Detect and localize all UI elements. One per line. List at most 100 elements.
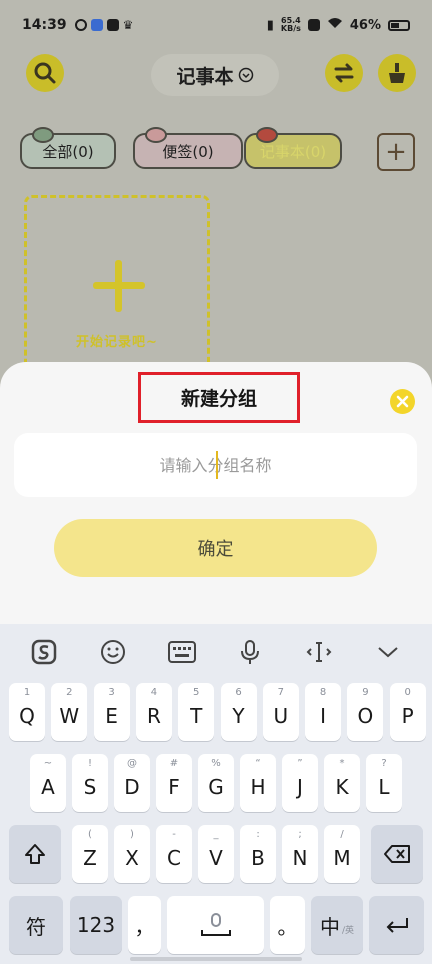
- backspace-key[interactable]: [371, 825, 423, 883]
- key-label: F: [168, 775, 180, 799]
- letter-key-n[interactable]: ; N: [282, 825, 318, 883]
- letter-key-r[interactable]: 4R: [135, 683, 172, 741]
- category-tab-memo[interactable]: 便签(0): [133, 127, 243, 169]
- cursor-move-button[interactable]: [305, 638, 333, 666]
- key-hint: “: [255, 758, 261, 769]
- letter-key-w[interactable]: 2W: [51, 683, 88, 741]
- tiktok-icon: [106, 19, 119, 31]
- key-sublabel: /英: [341, 925, 355, 936]
- key-hint: %: [211, 758, 221, 769]
- key-hint: @: [127, 758, 137, 769]
- ime-logo-button[interactable]: [30, 638, 58, 666]
- key-label: 。: [277, 914, 298, 939]
- key-hint: 9: [362, 687, 369, 698]
- emoji-button[interactable]: [99, 638, 127, 666]
- key-hint: _: [213, 829, 219, 840]
- letter-key-x[interactable]: ) X: [114, 825, 150, 883]
- wifi-icon: [327, 17, 343, 33]
- key-hint: -: [172, 829, 176, 840]
- status-bar: 14:39 ♛ ▮ 65.4 KB/s 46%: [0, 0, 432, 50]
- key-hint: 2: [66, 687, 73, 698]
- microphone-icon: [241, 639, 260, 664]
- letter-key-l[interactable]: ? L: [366, 754, 402, 812]
- category-tab-notebook[interactable]: 记事本(0): [244, 127, 342, 169]
- keyboard: 1 Q 2 W 3 E 4 R 5 T 6 Y 7 U 8 I 9 O 0 P ~ A! S @ D # F% G “H” J * K? L(Z…: [0, 624, 432, 964]
- key-hint: 7: [277, 687, 284, 698]
- number-key[interactable]: 123: [70, 896, 122, 954]
- language-toggle-key[interactable]: 中 /英: [311, 896, 363, 954]
- key-label: 123: [76, 913, 116, 937]
- search-button[interactable]: [26, 54, 64, 92]
- letter-key-j[interactable]: ” J: [282, 754, 318, 812]
- hide-keyboard-button[interactable]: [374, 638, 402, 666]
- key-hint: *: [339, 758, 345, 769]
- home-indicator: [130, 957, 302, 961]
- confirm-button[interactable]: 确定: [54, 519, 377, 577]
- app-header: 记事本: [0, 54, 432, 98]
- symbol-key[interactable]: 符: [9, 896, 63, 954]
- status-right: ▮ 65.4 KB/s 46%: [267, 17, 410, 33]
- letter-key-h[interactable]: “H: [240, 754, 276, 812]
- letter-key-e[interactable]: 3E: [93, 683, 130, 741]
- space-key[interactable]: [167, 896, 264, 954]
- vibrate-icon: ▮: [266, 17, 274, 33]
- key-label: X: [125, 846, 139, 870]
- key-label: Q: [19, 704, 35, 728]
- letter-key-p[interactable]: 0P: [389, 683, 426, 741]
- letter-key-v[interactable]: _ V: [198, 825, 234, 883]
- letter-key-s[interactable]: ! S: [72, 754, 108, 812]
- key-hint: ): [130, 829, 134, 840]
- plus-icon: [93, 260, 145, 312]
- keyboard-toolbar: [0, 624, 432, 679]
- key-label: Z: [83, 846, 97, 870]
- key-hint: 3: [108, 687, 115, 698]
- letter-key-y[interactable]: 6Y: [220, 683, 257, 741]
- key-label: L: [378, 775, 390, 799]
- keyboard-icon: [167, 640, 196, 663]
- tag-decoration-icon: [32, 127, 54, 143]
- key-label: W: [59, 704, 80, 728]
- letter-key-k[interactable]: * K: [324, 754, 360, 812]
- app-notification-icon: [74, 19, 87, 31]
- period-key[interactable]: 。: [270, 896, 305, 954]
- notebook-selector[interactable]: 记事本: [151, 54, 279, 96]
- enter-key[interactable]: [369, 896, 424, 954]
- key-hint: !: [87, 758, 92, 769]
- key-label: V: [209, 846, 223, 870]
- switch-view-button[interactable]: [325, 54, 363, 92]
- status-time: 14:39: [22, 17, 67, 33]
- text-caret: [216, 451, 218, 479]
- key-label: R: [146, 704, 161, 728]
- add-category-button[interactable]: +: [377, 133, 415, 171]
- letter-key-z[interactable]: (Z: [72, 825, 108, 883]
- letter-key-g[interactable]: % G: [198, 754, 234, 812]
- letter-key-u[interactable]: 7U: [262, 683, 299, 741]
- close-button[interactable]: [390, 389, 415, 414]
- key-label: T: [190, 704, 203, 728]
- letter-key-f[interactable]: # F: [156, 754, 192, 812]
- letter-key-c[interactable]: -C: [156, 825, 192, 883]
- letter-key-i[interactable]: 8I: [305, 683, 342, 741]
- voice-input-button[interactable]: [236, 638, 264, 666]
- text-cursor-icon: [306, 641, 332, 662]
- letter-key-a[interactable]: ~ A: [30, 754, 66, 812]
- key-label: A: [41, 775, 55, 799]
- key-label: K: [335, 775, 349, 799]
- keyboard-layout-button[interactable]: [167, 638, 196, 666]
- letter-key-q[interactable]: 1Q: [9, 683, 45, 741]
- category-tab-all[interactable]: 全部(0): [20, 127, 116, 169]
- category-tabs: 全部(0) 便签(0) 记事本(0): [0, 127, 432, 175]
- key-hint: :: [256, 829, 260, 840]
- letter-key-o[interactable]: 9O: [347, 683, 384, 741]
- comma-key[interactable]: ，: [128, 896, 161, 954]
- key-label: J: [297, 775, 303, 799]
- chevron-down-icon: [238, 67, 253, 83]
- letter-key-m[interactable]: / M: [324, 825, 360, 883]
- key-label: Y: [232, 704, 245, 728]
- letter-key-b[interactable]: :B: [240, 825, 276, 883]
- clean-button[interactable]: [378, 54, 416, 92]
- shift-key[interactable]: [9, 825, 61, 883]
- letter-key-t[interactable]: 5T: [178, 683, 215, 741]
- search-icon: [34, 62, 56, 84]
- letter-key-d[interactable]: @ D: [114, 754, 150, 812]
